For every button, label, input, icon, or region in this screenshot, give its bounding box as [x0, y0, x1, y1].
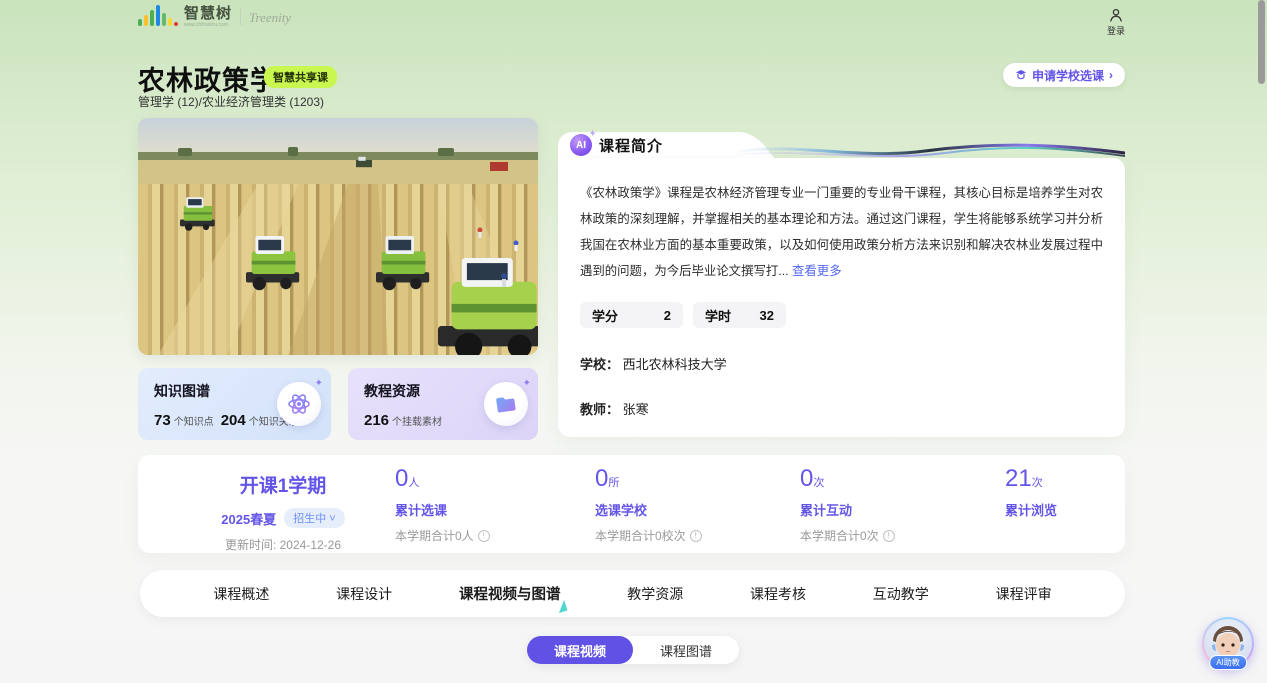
knowledge-point-label: 个知识点	[174, 413, 214, 428]
info-icon[interactable]: !	[478, 530, 490, 542]
stat-value: 0	[595, 465, 608, 492]
folder-icon: ✦	[484, 382, 528, 426]
stat-label: 累计互动	[800, 500, 895, 519]
stat-sub: 本学期合计0次	[800, 527, 879, 544]
hours-box: 学时 32	[693, 302, 786, 328]
stat-value: 0	[800, 465, 813, 492]
tab-interactive-teaching[interactable]: 互动教学	[873, 584, 929, 604]
stat-sub: 本学期合计0人	[395, 527, 474, 544]
course-intro-card: 《农林政策学》课程是农林经济管理专业一门重要的专业骨干课程，其核心目标是培养学生…	[558, 158, 1125, 437]
semester-headline: 开课1学期	[158, 471, 408, 498]
scrollbar-thumb[interactable]	[1258, 0, 1265, 84]
knowledge-point-count: 73	[154, 412, 171, 429]
equalizer-logo-icon	[138, 6, 178, 28]
logo-divider	[240, 9, 241, 25]
chevron-right-icon: ›	[1109, 68, 1113, 82]
toggle-course-graph[interactable]: 课程图谱	[633, 636, 739, 664]
school-icon	[1015, 69, 1027, 81]
teacher-row: 教师： 张寒	[580, 399, 1103, 418]
share-course-badge: 智慧共享课	[264, 66, 337, 88]
stat-label: 累计选课	[395, 500, 490, 519]
user-icon	[1109, 8, 1123, 22]
sparkle-icon: ✦	[523, 378, 531, 389]
tab-course-design[interactable]: 课程设计	[336, 584, 392, 604]
course-intro-title: 课程简介	[599, 135, 663, 156]
stat-enrolled: 0人 累计选课 本学期合计0人!	[395, 465, 490, 544]
toggle-course-video[interactable]: 课程视频	[527, 636, 633, 664]
hours-value: 32	[760, 308, 774, 323]
tab-course-review[interactable]: 课程评审	[996, 584, 1052, 604]
info-icon[interactable]: !	[690, 530, 702, 542]
school-value: 西北农林科技大学	[623, 357, 727, 372]
school-row: 学校： 西北农林科技大学	[580, 354, 1103, 373]
knowledge-relation-count: 204	[221, 412, 246, 429]
stat-sub: 本学期合计0校次	[595, 527, 686, 544]
stat-views: 21次 累计浏览	[1005, 465, 1057, 519]
stat-value: 0	[395, 465, 408, 492]
course-stats-card: 开课1学期 2025春夏 招生中 ˅ 更新时间: 2024-12-26 0人 累…	[138, 455, 1125, 553]
logo-partner-text: Treenity	[249, 10, 291, 28]
apply-school-label: 申请学校选课	[1032, 67, 1104, 84]
semester-column: 开课1学期 2025春夏 招生中 ˅ 更新时间: 2024-12-26	[158, 471, 408, 553]
school-label: 学校：	[580, 357, 619, 372]
logo-text: 智慧树	[184, 6, 232, 21]
course-intro-header: AI 课程简介	[558, 132, 663, 158]
see-more-link[interactable]: 查看更多	[792, 264, 842, 278]
course-cover-image	[138, 118, 538, 355]
sparkle-icon: ✦	[315, 378, 323, 389]
material-label: 个挂载素材	[392, 413, 442, 428]
material-count: 216	[364, 412, 389, 429]
teacher-label: 教师：	[580, 402, 619, 417]
active-tab-marker-icon	[556, 600, 568, 613]
hours-label: 学时	[705, 306, 731, 325]
credit-label: 学分	[592, 306, 618, 325]
ai-assistant-button[interactable]: AI助教	[1202, 617, 1254, 669]
stat-value: 21	[1005, 465, 1032, 492]
login-button[interactable]: 登录	[1107, 8, 1125, 37]
knowledge-graph-card[interactable]: 知识图谱 73 个知识点 204 个知识关系 ✦	[138, 368, 331, 440]
tab-label: 课程视频与图谱	[459, 587, 561, 603]
stat-label: 累计浏览	[1005, 500, 1057, 519]
atom-icon: ✦	[277, 382, 321, 426]
apply-school-button[interactable]: 申请学校选课 ›	[1003, 63, 1125, 87]
logo-url: www.zhihuishu.com	[184, 23, 232, 28]
ai-assistant-label: AI助教	[1209, 655, 1247, 670]
tab-course-overview[interactable]: 课程概述	[213, 584, 269, 604]
course-tab-bar: 课程概述 课程设计 课程视频与图谱 教学资源 课程考核 互动教学 课程评审	[140, 570, 1125, 617]
tab-teaching-resources[interactable]: 教学资源	[627, 584, 683, 604]
credit-value: 2	[664, 308, 671, 323]
credit-box: 学分 2	[580, 302, 683, 328]
term-label: 2025春夏	[221, 509, 276, 528]
teacher-value: 张寒	[623, 402, 649, 417]
stat-unit: 所	[608, 477, 619, 489]
ai-badge-icon: AI	[570, 134, 592, 156]
login-label: 登录	[1107, 24, 1125, 37]
enrolling-badge[interactable]: 招生中 ˅	[284, 508, 344, 528]
stat-unit: 次	[1032, 477, 1043, 489]
course-description: 《农林政策学》课程是农林经济管理专业一门重要的专业骨干课程，其核心目标是培养学生…	[580, 180, 1103, 284]
stat-unit: 人	[408, 477, 419, 489]
course-resources-card[interactable]: 教程资源 216 个挂载素材 ✦	[348, 368, 538, 440]
info-icon[interactable]: !	[883, 530, 895, 542]
updated-time: 更新时间: 2024-12-26	[158, 536, 408, 553]
logo[interactable]: 智慧树 www.zhihuishu.com Treenity	[138, 6, 291, 28]
stat-unit: 次	[813, 477, 824, 489]
stat-label: 选课学校	[595, 500, 702, 519]
tab-course-assessment[interactable]: 课程考核	[750, 584, 806, 604]
stat-schools: 0所 选课学校 本学期合计0校次!	[595, 465, 702, 544]
video-graph-toggle: 课程视频 课程图谱	[527, 636, 739, 664]
stat-interactions: 0次 累计互动 本学期合计0次!	[800, 465, 895, 544]
tab-course-video-graph[interactable]: 课程视频与图谱	[459, 583, 561, 604]
breadcrumb: 管理学 (12)/农业经济管理类 (1203)	[138, 93, 324, 110]
